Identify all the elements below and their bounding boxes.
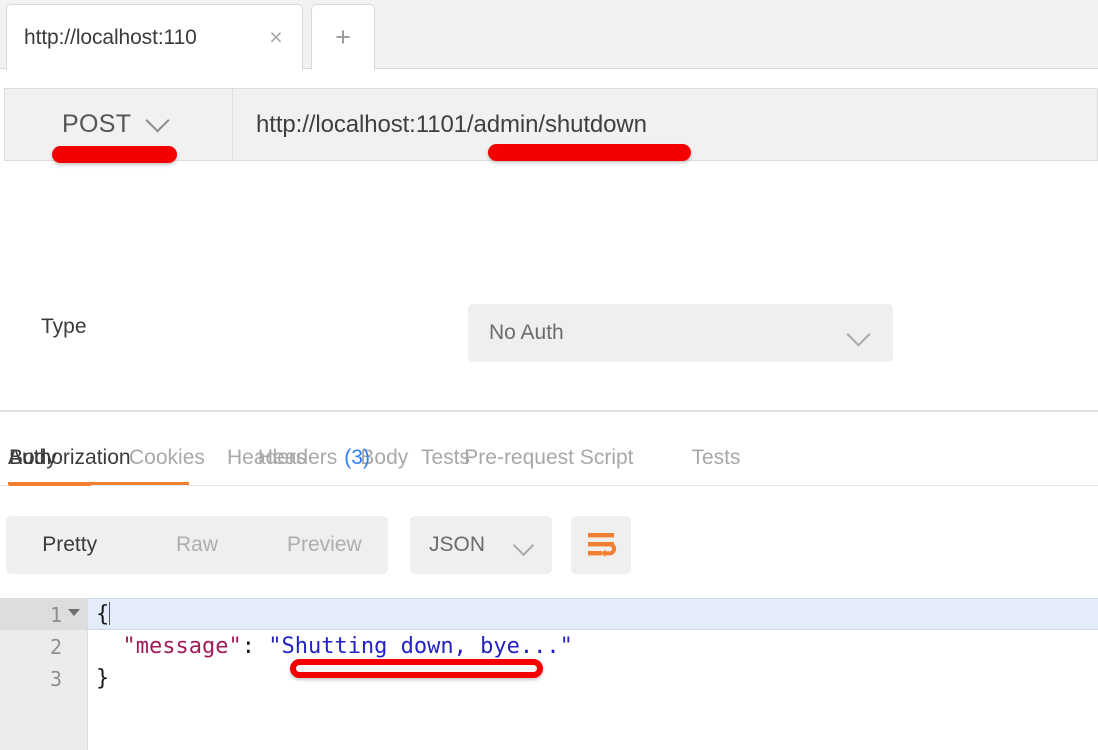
response-tab-headers-label: Headers xyxy=(258,446,337,470)
chevron-down-icon xyxy=(513,535,534,556)
code-line-2: "message": "Shutting down, bye..." xyxy=(96,634,573,659)
line-number: 2 xyxy=(0,635,62,659)
response-tab-body-label: Body xyxy=(9,446,57,470)
word-wrap-button[interactable] xyxy=(571,516,631,574)
new-tab-plus-icon[interactable]: + xyxy=(311,4,375,70)
line-number: 3 xyxy=(0,667,62,691)
response-body-code-viewer[interactable]: 1 2 3 { "message": "Shutting down, bye..… xyxy=(0,598,1098,750)
line-number: 1 xyxy=(0,603,62,627)
code-fold-arrow-icon[interactable] xyxy=(68,609,80,616)
active-line-highlight xyxy=(88,598,1098,630)
view-mode-pretty[interactable]: Pretty xyxy=(6,533,133,557)
auth-type-value: No Auth xyxy=(489,321,564,345)
response-tab-tests-label: Tests xyxy=(421,446,470,470)
code-brace-open: { xyxy=(96,602,109,627)
response-view-mode-group: Pretty Raw Preview xyxy=(6,516,388,574)
view-mode-preview[interactable]: Preview xyxy=(261,533,388,557)
text-caret xyxy=(109,602,110,625)
authorization-pane: Type No Auth xyxy=(0,242,1098,412)
postman-window: http://localhost:110 × + POST http://loc… xyxy=(0,0,1098,750)
code-indent xyxy=(96,634,123,659)
response-format-value: JSON xyxy=(429,533,485,557)
view-mode-raw[interactable]: Raw xyxy=(133,533,260,557)
response-tabs: Body Cookies Headers (3) Tests xyxy=(0,430,1098,486)
response-tab-headers[interactable]: Headers (3) xyxy=(258,430,370,486)
red-highlight-url xyxy=(488,144,691,161)
chevron-down-icon xyxy=(846,322,870,346)
auth-type-label: Type xyxy=(41,315,87,339)
json-key: "message" xyxy=(123,634,242,659)
headers-count-badge: (3) xyxy=(344,446,370,470)
close-icon[interactable]: × xyxy=(254,26,298,49)
request-tab-active[interactable]: http://localhost:110 × xyxy=(6,4,303,70)
auth-type-dropdown[interactable]: No Auth xyxy=(468,304,893,362)
browser-tab-strip: http://localhost:110 × + xyxy=(0,0,1098,69)
request-url-value: http://localhost:1101/admin/shutdown xyxy=(256,111,647,139)
response-tab-tests[interactable]: Tests xyxy=(421,430,470,486)
code-line-3: } xyxy=(96,666,109,691)
red-highlight-message xyxy=(290,659,543,678)
code-brace-close: } xyxy=(96,666,109,691)
response-toolbar: Pretty Raw Preview JSON xyxy=(0,486,1098,598)
response-format-dropdown[interactable]: JSON xyxy=(410,516,552,574)
response-tab-cookies[interactable]: Cookies xyxy=(129,430,205,486)
response-tab-body[interactable]: Body xyxy=(9,430,91,486)
response-tab-cookies-label: Cookies xyxy=(129,446,205,470)
code-line-1: { xyxy=(96,602,110,627)
chevron-down-icon xyxy=(146,108,170,132)
http-method-label: POST xyxy=(62,110,131,139)
red-highlight-post xyxy=(52,146,177,163)
json-string-value: "Shutting down, bye..." xyxy=(268,634,573,659)
word-wrap-icon xyxy=(585,530,617,560)
json-colon: : xyxy=(242,634,269,659)
request-tab-title: http://localhost:110 xyxy=(24,26,254,50)
